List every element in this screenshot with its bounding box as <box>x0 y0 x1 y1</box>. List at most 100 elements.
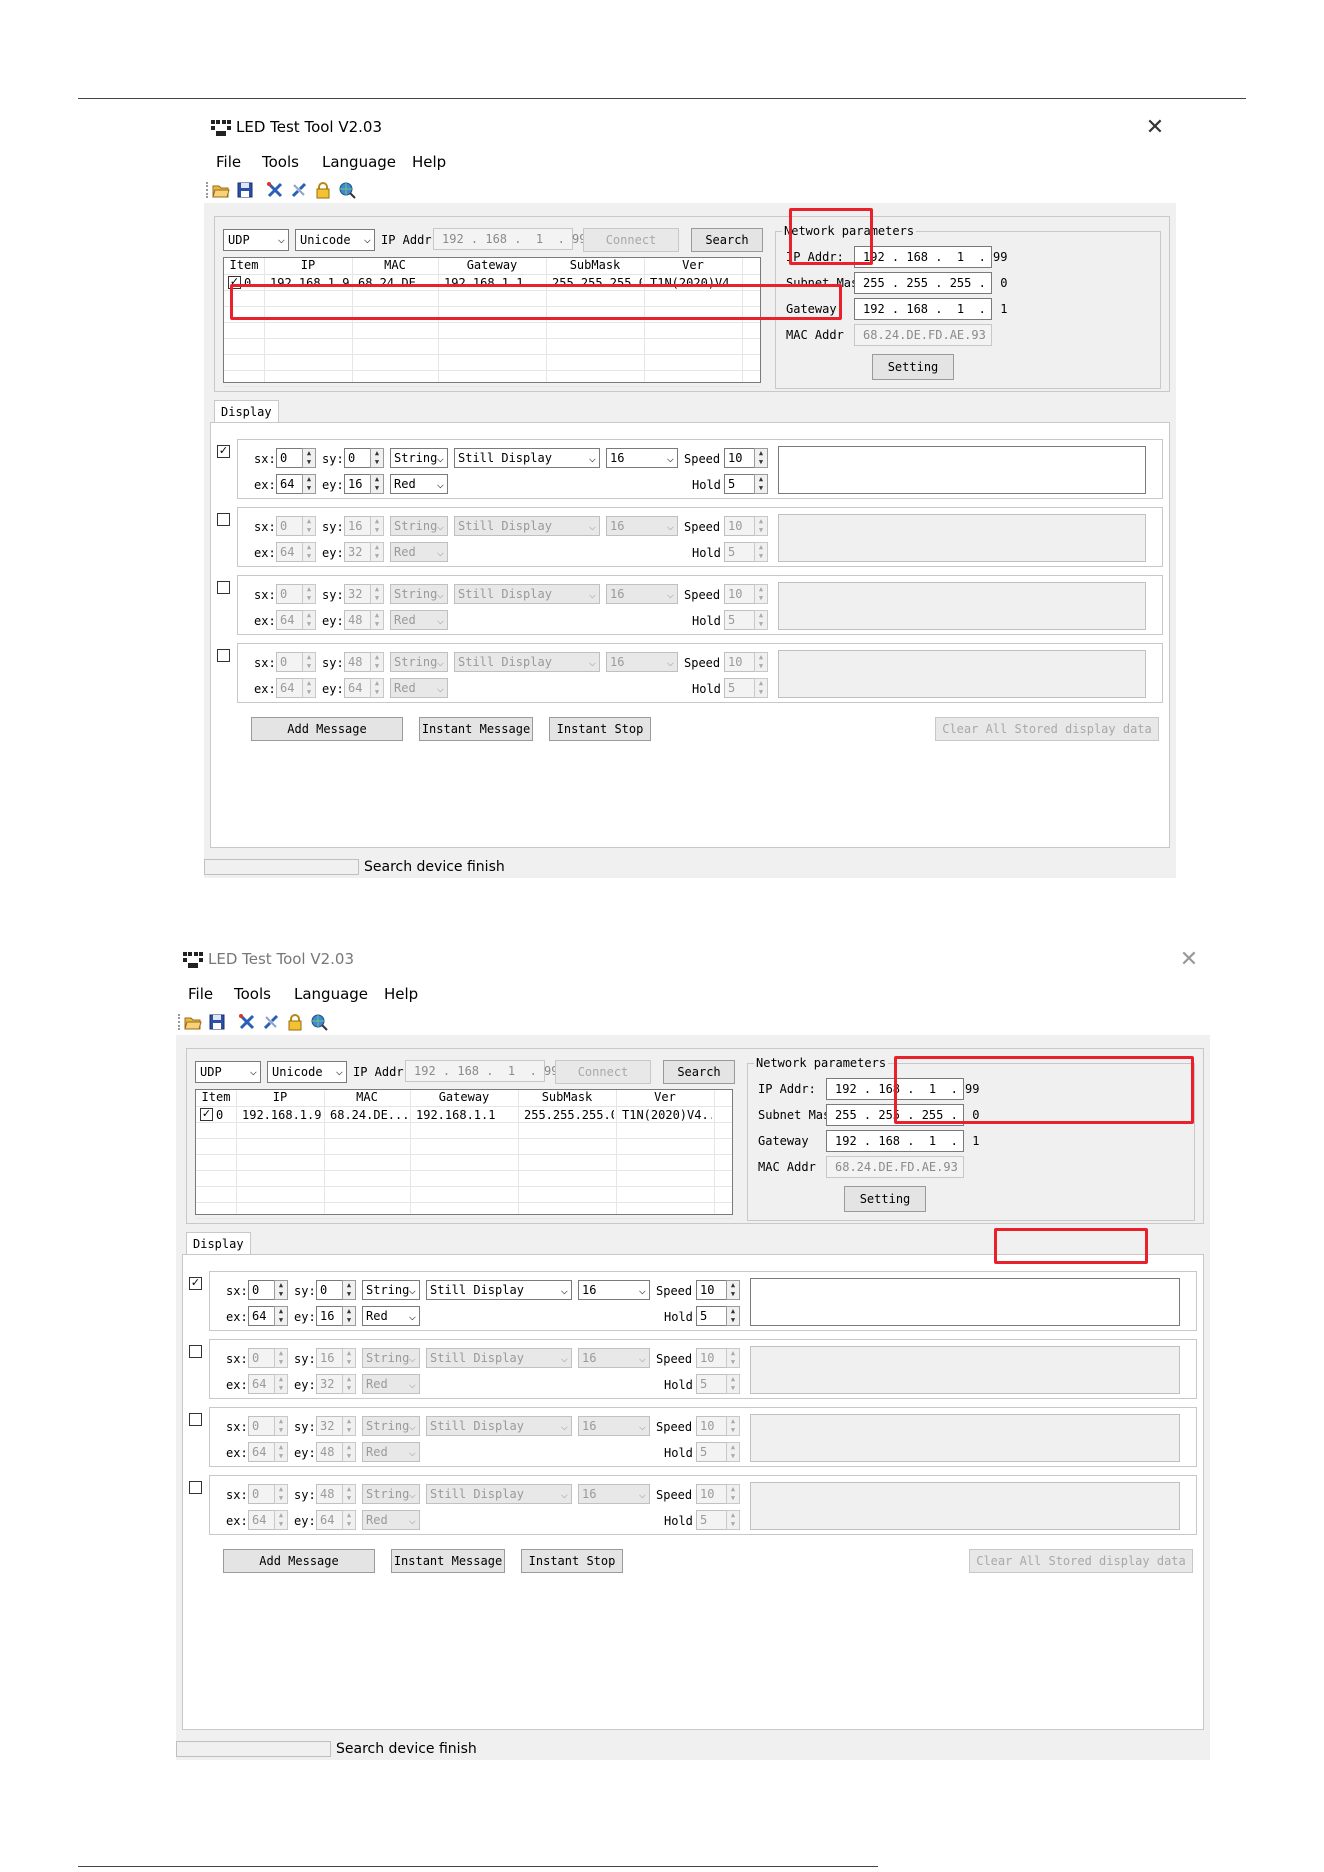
font-size-select[interactable]: 16 ⌵ <box>578 1416 650 1436</box>
search-button[interactable]: Search <box>691 228 763 252</box>
menu-help[interactable]: Help <box>412 153 446 171</box>
font-size-select[interactable]: 16 ⌵ <box>606 584 678 604</box>
disconnect-icon[interactable] <box>290 181 308 199</box>
spin-arrows-icon[interactable]: ▲ ▼ <box>726 1416 740 1436</box>
speed-spinbox[interactable]: 10 ▲ ▼ <box>724 516 768 536</box>
spin-arrows-icon[interactable]: ▲ ▼ <box>370 542 384 562</box>
ex-spinbox[interactable]: 64 ▲ ▼ <box>276 678 316 698</box>
hold-spinbox[interactable]: 5 ▲ ▼ <box>724 474 768 494</box>
spin-arrows-icon[interactable]: ▲ ▼ <box>274 1280 288 1300</box>
hold-spinbox[interactable]: 5 ▲ ▼ <box>696 1374 740 1394</box>
spin-arrows-icon[interactable]: ▲ ▼ <box>726 1484 740 1504</box>
speed-spinbox[interactable]: 10 ▲ ▼ <box>724 584 768 604</box>
save-icon[interactable] <box>208 1013 226 1031</box>
menu-file[interactable]: File <box>216 153 241 171</box>
gateway-field[interactable]: 192 . 168 . 1 . 1 <box>854 298 1008 320</box>
gateway-field[interactable]: 192 . 168 . 1 . 1 <box>826 1130 980 1152</box>
menu-tools[interactable]: Tools <box>234 985 271 1003</box>
content-type-select[interactable]: String ⌵ <box>390 516 448 536</box>
ey-spinbox[interactable]: 32 ▲ ▼ <box>316 1374 356 1394</box>
spin-arrows-icon[interactable]: ▲ ▼ <box>370 584 384 604</box>
device-cell-ver[interactable]: T1N(2020)V4... <box>622 1108 712 1122</box>
menu-file[interactable]: File <box>188 985 213 1003</box>
message-text-area[interactable] <box>778 514 1146 562</box>
globe-search-icon[interactable] <box>310 1013 328 1031</box>
clear-stored-data-button[interactable]: Clear All Stored display data <box>935 717 1159 741</box>
spin-arrows-icon[interactable]: ▲ ▼ <box>754 448 768 468</box>
spin-arrows-icon[interactable]: ▲ ▼ <box>302 652 316 672</box>
spin-arrows-icon[interactable]: ▲ ▼ <box>726 1442 740 1462</box>
sy-spinbox[interactable]: 48 ▲ ▼ <box>344 652 384 672</box>
display-row-checkbox[interactable]: ✓ <box>189 1277 202 1290</box>
sx-spinbox[interactable]: 0 ▲ ▼ <box>248 1348 288 1368</box>
display-mode-select[interactable]: Still Display ⌵ <box>426 1348 572 1368</box>
column-header-mac[interactable]: MAC <box>324 1090 410 1104</box>
tab-display[interactable]: Display <box>186 1232 251 1255</box>
instant-stop-button[interactable]: Instant Stop <box>521 1549 623 1573</box>
spin-arrows-icon[interactable]: ▲ ▼ <box>342 1374 356 1394</box>
column-header-ip[interactable]: IP <box>236 1090 324 1104</box>
spin-arrows-icon[interactable]: ▲ ▼ <box>342 1484 356 1504</box>
message-text-area[interactable] <box>750 1346 1180 1394</box>
display-row-checkbox[interactable] <box>217 649 230 662</box>
encoding-select[interactable]: Unicode ⌵ <box>267 1061 347 1083</box>
spin-arrows-icon[interactable]: ▲ ▼ <box>754 516 768 536</box>
spin-arrows-icon[interactable]: ▲ ▼ <box>754 652 768 672</box>
ey-spinbox[interactable]: 16 ▲ ▼ <box>316 1306 356 1326</box>
content-type-select[interactable]: String ⌵ <box>362 1280 420 1300</box>
device-row-checkbox[interactable]: ✓ <box>200 1108 213 1121</box>
font-size-select[interactable]: 16 ⌵ <box>578 1484 650 1504</box>
hold-spinbox[interactable]: 5 ▲ ▼ <box>724 678 768 698</box>
tools-icon[interactable] <box>238 1013 256 1031</box>
protocol-select[interactable]: UDP ⌵ <box>195 1061 261 1083</box>
mac-addr-field[interactable]: 68.24.DE.FD.AE.93 <box>826 1156 964 1178</box>
sx-spinbox[interactable]: 0 ▲ ▼ <box>248 1484 288 1504</box>
spin-arrows-icon[interactable]: ▲ ▼ <box>302 610 316 630</box>
column-header-mac[interactable]: MAC <box>352 258 438 272</box>
color-select[interactable]: Red ⌵ <box>390 474 448 494</box>
speed-spinbox[interactable]: 10 ▲ ▼ <box>724 448 768 468</box>
instant-message-button[interactable]: Instant Message <box>419 717 533 741</box>
spin-arrows-icon[interactable]: ▲ ▼ <box>754 610 768 630</box>
spin-arrows-icon[interactable]: ▲ ▼ <box>302 584 316 604</box>
spin-arrows-icon[interactable]: ▲ ▼ <box>370 652 384 672</box>
spin-arrows-icon[interactable]: ▲ ▼ <box>342 1442 356 1462</box>
sx-spinbox[interactable]: 0 ▲ ▼ <box>276 652 316 672</box>
sy-spinbox[interactable]: 32 ▲ ▼ <box>316 1416 356 1436</box>
spin-arrows-icon[interactable]: ▲ ▼ <box>726 1348 740 1368</box>
display-mode-select[interactable]: Still Display ⌵ <box>454 448 600 468</box>
spin-arrows-icon[interactable]: ▲ ▼ <box>342 1348 356 1368</box>
ey-spinbox[interactable]: 16 ▲ ▼ <box>344 474 384 494</box>
column-header-ip[interactable]: IP <box>264 258 352 272</box>
spin-arrows-icon[interactable]: ▲ ▼ <box>342 1416 356 1436</box>
spin-arrows-icon[interactable]: ▲ ▼ <box>754 678 768 698</box>
display-mode-select[interactable]: Still Display ⌵ <box>426 1484 572 1504</box>
font-size-select[interactable]: 16 ⌵ <box>606 448 678 468</box>
spin-arrows-icon[interactable]: ▲ ▼ <box>274 1348 288 1368</box>
connect-button[interactable]: Connect <box>583 228 679 252</box>
color-select[interactable]: Red ⌵ <box>390 542 448 562</box>
device-cell-item[interactable]: 0 <box>216 1108 234 1122</box>
font-size-select[interactable]: 16 ⌵ <box>606 516 678 536</box>
mac-addr-field[interactable]: 68.24.DE.FD.AE.93 <box>854 324 992 346</box>
spin-arrows-icon[interactable]: ▲ ▼ <box>274 1484 288 1504</box>
ey-spinbox[interactable]: 48 ▲ ▼ <box>344 610 384 630</box>
font-size-select[interactable]: 16 ⌵ <box>606 652 678 672</box>
spin-arrows-icon[interactable]: ▲ ▼ <box>754 584 768 604</box>
close-window-button[interactable]: ✕ <box>1142 114 1168 140</box>
spin-arrows-icon[interactable]: ▲ ▼ <box>754 542 768 562</box>
display-row-checkbox[interactable]: ✓ <box>217 445 230 458</box>
spin-arrows-icon[interactable]: ▲ ▼ <box>302 516 316 536</box>
menu-language[interactable]: Language <box>322 153 396 171</box>
message-text-area[interactable] <box>778 446 1146 494</box>
ey-spinbox[interactable]: 48 ▲ ▼ <box>316 1442 356 1462</box>
column-header-submask[interactable]: SubMask <box>518 1090 616 1104</box>
hold-spinbox[interactable]: 5 ▲ ▼ <box>724 610 768 630</box>
color-select[interactable]: Red ⌵ <box>362 1510 420 1530</box>
spin-arrows-icon[interactable]: ▲ ▼ <box>342 1280 356 1300</box>
content-type-select[interactable]: String ⌵ <box>390 448 448 468</box>
display-row-checkbox[interactable] <box>217 581 230 594</box>
device-cell-mac[interactable]: 68.24.DE.... <box>330 1108 408 1122</box>
column-header-gateway[interactable]: Gateway <box>410 1090 518 1104</box>
subnet-mask-field[interactable]: 255 . 255 . 255 . 0 <box>854 272 1008 294</box>
